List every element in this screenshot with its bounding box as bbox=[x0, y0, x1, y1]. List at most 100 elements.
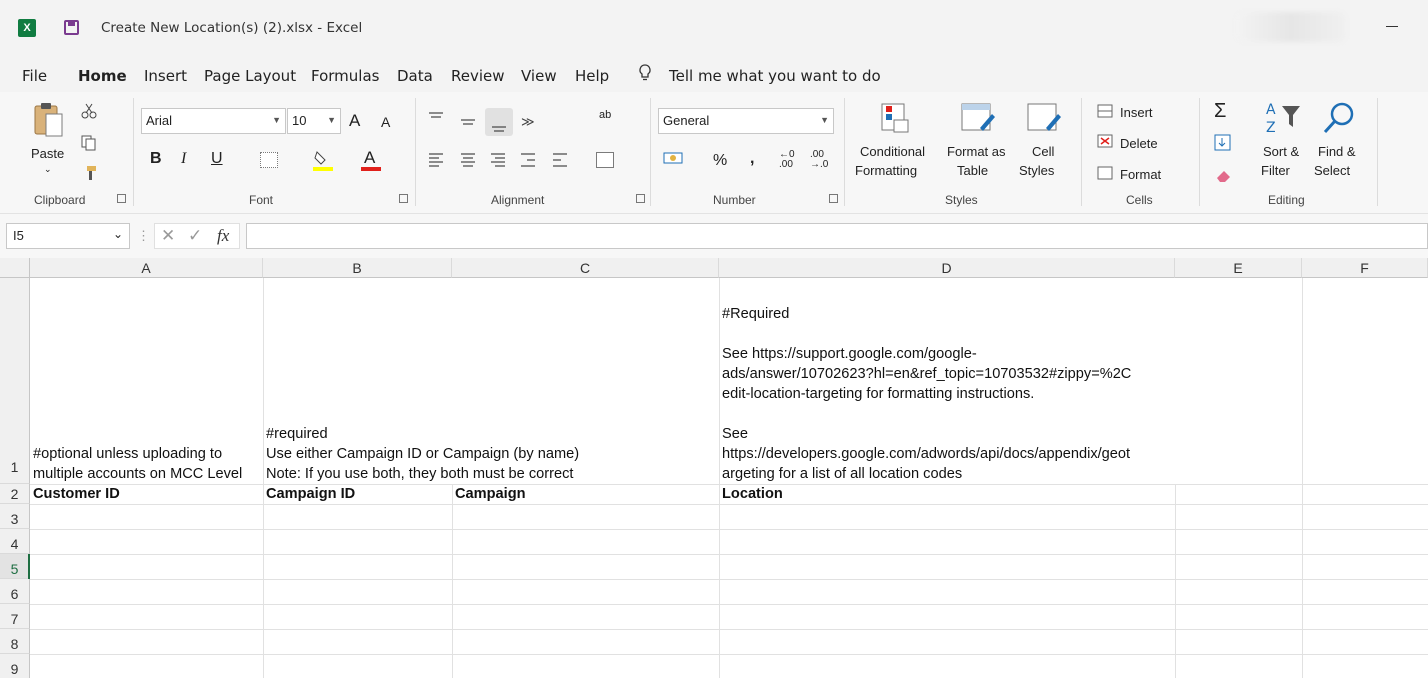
cell-b2[interactable]: Campaign ID bbox=[266, 484, 355, 504]
tab-view[interactable]: View bbox=[521, 67, 557, 85]
format-as-table-button-2[interactable]: Table bbox=[957, 163, 988, 178]
copy-icon[interactable] bbox=[80, 134, 98, 152]
font-name-box[interactable]: Arial ▼ bbox=[141, 108, 286, 134]
tab-file[interactable]: File bbox=[22, 67, 47, 85]
conditional-formatting-icon[interactable] bbox=[880, 102, 914, 136]
column-header-d[interactable]: D bbox=[719, 258, 1175, 278]
cell-d2[interactable]: Location bbox=[722, 484, 783, 504]
merge-center-icon[interactable] bbox=[596, 152, 614, 168]
sort-filter-button[interactable]: Sort & bbox=[1263, 144, 1299, 159]
sort-filter-button-2[interactable]: Filter bbox=[1261, 163, 1290, 178]
borders-icon[interactable] bbox=[260, 152, 278, 168]
font-launcher-icon[interactable] bbox=[399, 194, 408, 203]
wrap-text-button[interactable]: ab bbox=[599, 110, 611, 121]
insert-cells-button[interactable]: Insert bbox=[1120, 105, 1153, 120]
number-format-box[interactable]: General ▼ bbox=[658, 108, 834, 134]
format-as-table-button[interactable]: Format as bbox=[947, 144, 1006, 159]
font-color-button[interactable]: A bbox=[364, 148, 375, 168]
column-header-e[interactable]: E bbox=[1175, 258, 1302, 278]
autosum-button[interactable]: Σ bbox=[1214, 100, 1226, 123]
row-header-3[interactable]: 3 bbox=[0, 504, 30, 529]
decrease-font-size-button[interactable]: A bbox=[381, 114, 390, 130]
italic-button[interactable]: I bbox=[181, 150, 186, 168]
percent-style-button[interactable]: % bbox=[713, 152, 727, 170]
clipboard-launcher-icon[interactable] bbox=[117, 194, 126, 203]
column-header-b[interactable]: B bbox=[263, 258, 452, 278]
find-select-button[interactable]: Find & bbox=[1318, 144, 1356, 159]
conditional-formatting-button[interactable]: Conditional bbox=[860, 144, 925, 159]
save-icon[interactable] bbox=[64, 20, 79, 35]
formula-input[interactable] bbox=[246, 223, 1428, 249]
alignment-launcher-icon[interactable] bbox=[636, 194, 645, 203]
decrease-decimal-button[interactable]: .00 →.0 bbox=[810, 150, 828, 170]
insert-cells-icon[interactable] bbox=[1097, 104, 1115, 120]
find-select-icon[interactable] bbox=[1322, 100, 1358, 136]
font-size-box[interactable]: 10 ▼ bbox=[287, 108, 341, 134]
svg-text:A: A bbox=[1266, 102, 1276, 118]
horizontal-align-icons[interactable] bbox=[425, 150, 575, 172]
formula-bar-splitter[interactable]: ⋮ bbox=[137, 228, 150, 244]
tab-home[interactable]: Home bbox=[78, 67, 127, 85]
number-launcher-icon[interactable] bbox=[829, 194, 838, 203]
tab-page-layout[interactable]: Page Layout bbox=[204, 67, 296, 85]
row-header-2[interactable]: 2 bbox=[0, 484, 30, 504]
clear-icon[interactable] bbox=[1214, 168, 1234, 184]
paste-icon[interactable] bbox=[32, 100, 68, 140]
tell-me-search[interactable]: Tell me what you want to do bbox=[669, 67, 881, 85]
row-header-1[interactable]: 1 bbox=[0, 278, 30, 484]
format-cells-icon[interactable] bbox=[1097, 166, 1115, 182]
accounting-format-icon[interactable] bbox=[662, 150, 686, 170]
insert-function-icon[interactable]: fx bbox=[217, 226, 229, 246]
vertical-align-icons[interactable]: ≫ bbox=[425, 108, 545, 136]
separator bbox=[1081, 98, 1082, 206]
cell-b1[interactable]: #required Use either Campaign ID or Camp… bbox=[266, 424, 579, 484]
find-select-button-2[interactable]: Select bbox=[1314, 163, 1350, 178]
enter-icon[interactable]: ✓ bbox=[188, 226, 202, 246]
column-header-c[interactable]: C bbox=[452, 258, 719, 278]
cell-c2[interactable]: Campaign bbox=[455, 484, 526, 504]
row-header-4[interactable]: 4 bbox=[0, 529, 30, 554]
increase-font-size-button[interactable]: A bbox=[349, 111, 360, 131]
cancel-icon[interactable]: ✕ bbox=[161, 226, 175, 246]
comma-style-button[interactable]: , bbox=[750, 150, 754, 168]
tab-insert[interactable]: Insert bbox=[144, 67, 187, 85]
row-header-5[interactable]: 5 bbox=[0, 554, 30, 579]
row-header-7[interactable]: 7 bbox=[0, 604, 30, 629]
cell-a2[interactable]: Customer ID bbox=[33, 484, 120, 504]
tab-help[interactable]: Help bbox=[575, 67, 609, 85]
tab-formulas[interactable]: Formulas bbox=[311, 67, 379, 85]
tab-review[interactable]: Review bbox=[451, 67, 505, 85]
increase-decimal-button[interactable]: ←0.00 bbox=[779, 150, 795, 170]
name-box[interactable]: I5 ⌄ bbox=[6, 223, 130, 249]
fill-icon[interactable] bbox=[1214, 134, 1232, 152]
chevron-down-icon[interactable]: ⌄ bbox=[113, 227, 123, 241]
delete-cells-button[interactable]: Delete bbox=[1120, 136, 1158, 151]
format-painter-icon[interactable] bbox=[80, 164, 98, 182]
tab-data[interactable]: Data bbox=[397, 67, 433, 85]
select-all-corner[interactable] bbox=[0, 258, 30, 278]
sort-filter-icon[interactable]: AZ bbox=[1264, 100, 1304, 136]
paste-button[interactable]: Paste bbox=[31, 146, 64, 161]
row-header-9[interactable]: 9 bbox=[0, 654, 30, 678]
cell-styles-icon[interactable] bbox=[1026, 102, 1062, 136]
format-as-table-icon[interactable] bbox=[960, 102, 996, 136]
bold-button[interactable]: B bbox=[150, 150, 162, 168]
minimize-button[interactable] bbox=[1386, 26, 1398, 27]
column-header-f[interactable]: F bbox=[1302, 258, 1428, 278]
fill-color-icon[interactable] bbox=[312, 148, 334, 172]
paste-dropdown-icon[interactable]: ⌄ bbox=[44, 164, 52, 175]
column-header-a[interactable]: A bbox=[30, 258, 263, 278]
row-header-6[interactable]: 6 bbox=[0, 579, 30, 604]
conditional-formatting-button-2[interactable]: Formatting bbox=[855, 163, 917, 178]
cell-styles-button-2[interactable]: Styles bbox=[1019, 163, 1054, 178]
underline-button[interactable]: U bbox=[211, 150, 223, 168]
row-header-8[interactable]: 8 bbox=[0, 629, 30, 654]
cut-icon[interactable] bbox=[80, 102, 98, 120]
cell-a1[interactable]: #optional unless uploading to multiple a… bbox=[33, 444, 242, 484]
account-avatar[interactable] bbox=[1236, 12, 1346, 42]
cell-d1[interactable]: #Required See https://support.google.com… bbox=[722, 304, 1131, 484]
delete-cells-icon[interactable] bbox=[1097, 134, 1115, 150]
separator bbox=[650, 98, 651, 206]
format-cells-button[interactable]: Format bbox=[1120, 167, 1161, 182]
cell-styles-button[interactable]: Cell bbox=[1032, 144, 1054, 159]
